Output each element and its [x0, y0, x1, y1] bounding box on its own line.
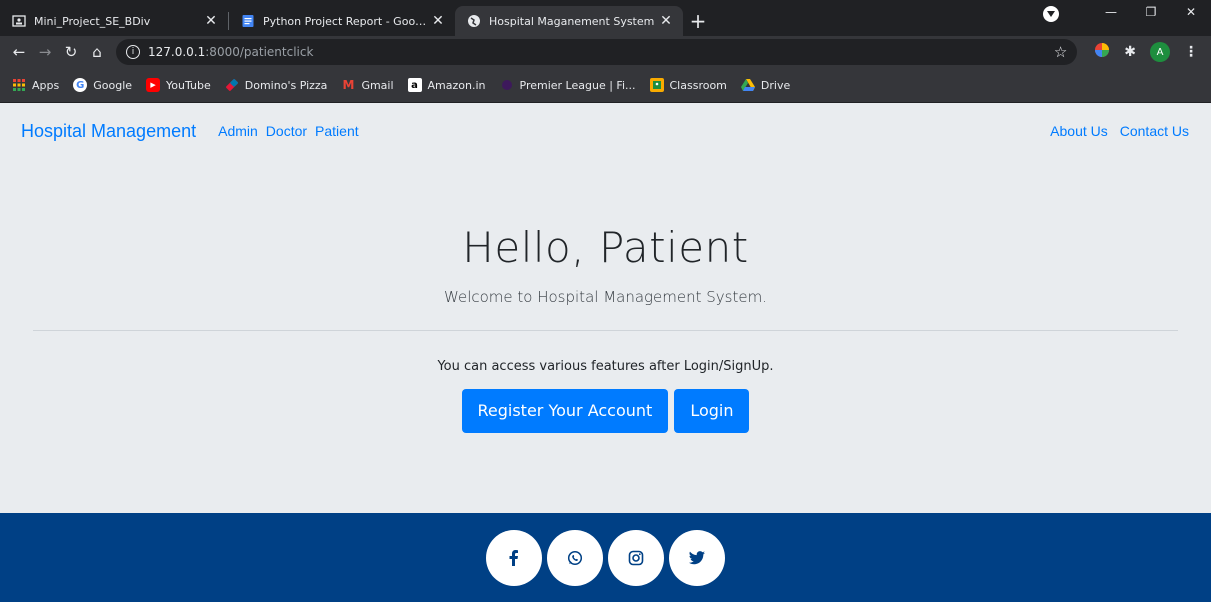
hero-info-text: You can access various features after Lo… [437, 359, 774, 374]
nav-link-admin[interactable]: Admin [218, 123, 258, 139]
bookmark-premier-league[interactable]: Premier League | Fi... [500, 78, 636, 92]
hero-lead: Welcome to Hospital Management System. [444, 288, 767, 306]
hero-title: Hello, Patient [462, 223, 749, 272]
menu-kebab-icon[interactable]: ⋮ [1184, 44, 1198, 60]
window-close-icon[interactable]: ✕ [1171, 5, 1211, 19]
bookmark-label: Domino's Pizza [244, 78, 328, 92]
classroom-icon [649, 78, 664, 92]
facebook-icon[interactable] [486, 529, 542, 586]
bookmark-google[interactable]: G Google [73, 78, 132, 92]
site-info-icon[interactable]: i [126, 45, 140, 59]
premier-league-icon [500, 78, 514, 92]
profile-avatar[interactable]: A [1150, 42, 1170, 62]
hero-jumbotron: Hello, Patient Welcome to Hospital Manag… [0, 223, 1211, 433]
bookmark-label: Google [93, 78, 133, 92]
register-account-button[interactable]: Register Your Account [461, 389, 669, 433]
bookmark-gmail[interactable]: M Gmail [341, 78, 393, 92]
bookmark-label: Drive [760, 78, 791, 92]
nav-link-about-us[interactable]: About Us [1050, 123, 1108, 139]
address-bar[interactable]: i 127.0.0.1:8000/patientclick ☆ [116, 39, 1078, 65]
minimize-icon[interactable]: — [1091, 5, 1131, 19]
bookmark-dominos[interactable]: Domino's Pizza [225, 78, 328, 92]
bookmark-star-icon[interactable]: ☆ [1054, 43, 1067, 61]
apps-grid-icon [12, 78, 26, 92]
amazon-icon: a [407, 78, 422, 92]
bookmark-label: Premier League | Fi... [519, 78, 636, 92]
browser-tab-bar: Mini_Project_SE_BDiv ✕ Python Project Re… [0, 0, 1211, 36]
bookmark-amazon[interactable]: a Amazon.in [407, 78, 486, 92]
navbar-right: About Us Contact Us [1038, 123, 1189, 139]
nav-link-patient[interactable]: Patient [315, 123, 359, 139]
twitter-icon[interactable] [669, 529, 725, 586]
divider [33, 330, 1178, 331]
hero-buttons: Register Your Account Login [0, 389, 1211, 433]
restore-icon[interactable]: ❐ [1131, 5, 1171, 19]
tab-close-icon[interactable]: ✕ [657, 13, 675, 29]
bookmark-classroom[interactable]: Classroom [649, 78, 727, 92]
bookmark-label: Gmail [361, 78, 394, 92]
color-extension-icon[interactable] [1094, 42, 1110, 62]
page-content: Hospital Management Admin Doctor Patient… [0, 103, 1211, 602]
instagram-icon[interactable] [608, 529, 664, 586]
browser-tab-2[interactable]: Python Project Report - Google D ✕ [229, 6, 455, 36]
classroom-icon [12, 14, 26, 28]
globe-icon [467, 14, 481, 28]
navbar-brand[interactable]: Hospital Management [21, 121, 196, 142]
tab-close-icon[interactable]: ✕ [429, 13, 447, 29]
nav-link-contact-us[interactable]: Contact Us [1120, 123, 1189, 139]
url-host: 127.0.0.1 [148, 45, 206, 59]
site-navbar: Hospital Management Admin Doctor Patient… [0, 103, 1211, 159]
tab-close-icon[interactable]: ✕ [202, 13, 220, 29]
browser-tab-1[interactable]: Mini_Project_SE_BDiv ✕ [0, 6, 228, 36]
bookmarks-bar: Apps G Google ▶ YouTube Domino's Pizza M… [0, 68, 1211, 103]
reload-icon[interactable]: ↻ [58, 43, 84, 61]
browser-tab-3-active[interactable]: Hospital Maganement System ✕ [455, 6, 683, 36]
site-footer [0, 513, 1211, 602]
bookmark-label: YouTube [166, 78, 211, 92]
bookmark-label: Classroom [669, 78, 727, 92]
tab-search-icon[interactable] [1043, 6, 1059, 22]
home-icon[interactable]: ⌂ [84, 43, 110, 61]
forward-icon[interactable]: → [32, 43, 58, 61]
bookmark-apps[interactable]: Apps [12, 78, 59, 92]
tab-title: Mini_Project_SE_BDiv [34, 14, 151, 28]
extensions-puzzle-icon[interactable]: ✱ [1124, 44, 1136, 60]
tab-title: Hospital Maganement System [489, 14, 655, 28]
whatsapp-icon[interactable] [547, 529, 603, 586]
login-button[interactable]: Login [674, 389, 750, 433]
dominos-icon [225, 78, 239, 92]
nav-link-doctor[interactable]: Doctor [266, 123, 307, 139]
google-drive-icon [740, 78, 755, 92]
gmail-icon: M [342, 78, 355, 92]
tab-title: Python Project Report - Google D [263, 14, 429, 28]
window-controls: — ❐ ✕ [1091, 0, 1211, 24]
back-icon[interactable]: ← [6, 43, 32, 61]
bookmark-label: Amazon.in [427, 78, 486, 92]
bookmark-drive[interactable]: Drive [740, 78, 791, 92]
new-tab-icon[interactable]: + [683, 6, 713, 36]
youtube-icon: ▶ [146, 78, 161, 92]
google-docs-icon [241, 14, 255, 28]
browser-toolbar: ← → ↻ ⌂ i 127.0.0.1:8000/patientclick ☆ … [0, 36, 1211, 68]
bookmark-youtube[interactable]: ▶ YouTube [146, 78, 211, 92]
url-path: :8000/patientclick [205, 45, 314, 59]
google-icon: G [73, 78, 88, 92]
bookmark-label: Apps [32, 78, 60, 92]
